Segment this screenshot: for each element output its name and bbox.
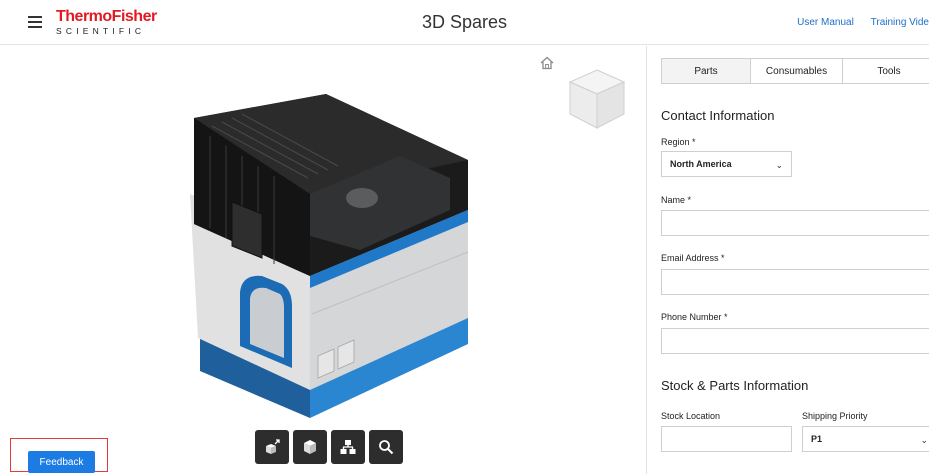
region-select[interactable]: North America ⌄	[661, 151, 792, 177]
stock-location-label: Stock Location	[661, 411, 721, 421]
explode-icon	[266, 439, 280, 454]
structure-tree-icon	[340, 440, 356, 454]
email-label: Email Address *	[661, 253, 725, 263]
shipping-priority-value: P1	[811, 434, 823, 444]
training-video-link[interactable]: Training Vide	[871, 17, 929, 28]
isolate-icon	[304, 440, 316, 454]
feedback-button[interactable]: Feedback	[28, 451, 95, 473]
stock-location-field[interactable]	[661, 426, 792, 452]
model-viewer[interactable]: Feedback	[0, 46, 646, 474]
view-cube-icon[interactable]	[566, 66, 628, 132]
phone-label: Phone Number *	[661, 312, 728, 322]
brand-logo-sub: SCIENTIFIC	[56, 26, 146, 36]
chevron-down-icon: ⌄	[920, 435, 928, 445]
menu-icon[interactable]	[28, 16, 42, 28]
brand-logo-main: ThermoFisher	[56, 8, 157, 25]
header-links: User Manual Training Vide	[783, 17, 929, 28]
name-label: Name *	[661, 195, 692, 205]
viewer-toolbar	[255, 430, 403, 464]
user-manual-link[interactable]: User Manual	[797, 17, 854, 28]
parts-request-panel: Parts Consumables Tools Contact Informat…	[646, 46, 929, 474]
shipping-priority-select[interactable]: P1 ⌄	[802, 426, 929, 452]
search-button[interactable]	[369, 430, 403, 464]
email-field[interactable]	[661, 269, 929, 295]
explode-button[interactable]	[255, 430, 289, 464]
stock-parts-heading: Stock & Parts Information	[661, 378, 809, 393]
magnify-icon	[379, 440, 394, 455]
chevron-down-icon: ⌄	[775, 160, 783, 170]
shipping-priority-label: Shipping Priority	[802, 411, 868, 421]
tab-consumables[interactable]: Consumables	[751, 59, 843, 83]
brand-logo[interactable]: ThermoFisher SCIENTIFIC	[56, 9, 157, 36]
home-icon[interactable]	[538, 54, 556, 72]
tab-tools[interactable]: Tools	[843, 59, 929, 83]
app-header: ThermoFisher SCIENTIFIC 3D Spares User M…	[0, 0, 929, 45]
contact-information-heading: Contact Information	[661, 108, 775, 123]
isolate-button[interactable]	[293, 430, 327, 464]
instrument-3d-model[interactable]	[150, 86, 480, 421]
tab-parts[interactable]: Parts	[662, 59, 751, 83]
phone-field[interactable]	[661, 328, 929, 354]
panel-tabs: Parts Consumables Tools	[661, 58, 929, 84]
name-field[interactable]	[661, 210, 929, 236]
region-label: Region *	[661, 137, 696, 147]
region-select-value: North America	[670, 159, 732, 169]
structure-tree-button[interactable]	[331, 430, 365, 464]
